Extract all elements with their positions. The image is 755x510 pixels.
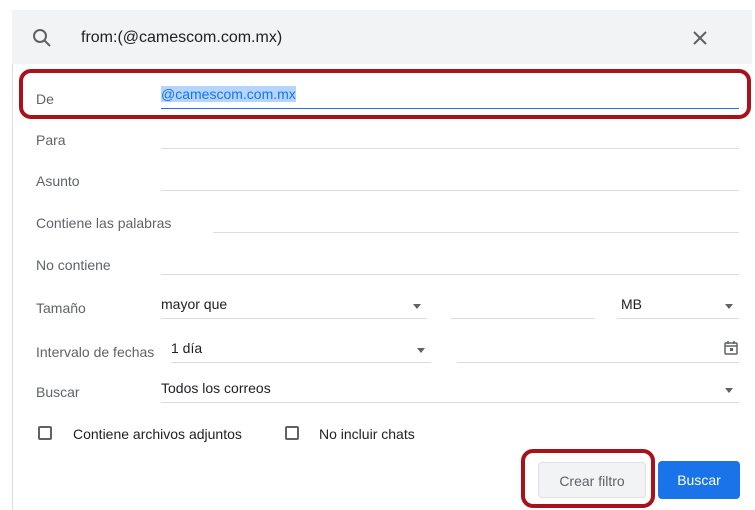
create-filter-highlight-box [521, 449, 655, 508]
caret-down-icon [725, 304, 733, 309]
caret-down-icon [413, 304, 421, 309]
to-label: Para [36, 132, 66, 148]
size-operator-value: mayor que [161, 296, 228, 312]
date-range-label: Intervalo de fechas [36, 344, 155, 360]
from-highlight-box [19, 69, 751, 119]
has-attachment-label[interactable]: Contiene archivos adjuntos [73, 426, 242, 442]
search-query-text[interactable]: from:(@camescom.com.mx) [81, 29, 282, 47]
search-in-dropdown[interactable]: Todos los correos [161, 380, 739, 403]
search-in-value: Todos los correos [161, 380, 271, 396]
has-attachment-checkbox[interactable] [38, 426, 52, 440]
subject-field[interactable] [161, 168, 739, 191]
not-contains-label: No contiene [36, 257, 111, 273]
search-bar[interactable]: from:(@camescom.com.mx) [12, 10, 752, 64]
advanced-search-panel: De @camescom.com.mx Para Asunto Contiene… [12, 64, 753, 510]
has-words-label: Contiene las palabras [36, 215, 172, 231]
exclude-chats-label[interactable]: No incluir chats [319, 426, 415, 442]
close-icon[interactable] [690, 28, 710, 48]
size-operator-dropdown[interactable]: mayor que [161, 296, 427, 319]
size-unit-dropdown[interactable]: MB [617, 296, 739, 319]
not-contains-field[interactable] [161, 252, 739, 275]
date-range-value: 1 día [171, 340, 203, 356]
date-field[interactable] [457, 340, 739, 363]
search-in-label: Buscar [36, 384, 80, 400]
caret-down-icon [725, 388, 733, 393]
exclude-chats-checkbox[interactable] [285, 426, 299, 440]
caret-down-icon [417, 348, 425, 353]
size-value-field[interactable] [451, 296, 595, 319]
to-field[interactable] [161, 126, 739, 149]
subject-label: Asunto [36, 173, 80, 189]
has-words-field[interactable] [213, 210, 739, 233]
search-icon[interactable] [32, 28, 52, 48]
calendar-icon[interactable] [723, 340, 739, 359]
search-button[interactable]: Buscar [658, 461, 740, 499]
date-range-dropdown[interactable]: 1 día [171, 340, 431, 363]
size-unit-value: MB [621, 296, 642, 312]
size-label: Tamaño [36, 300, 86, 316]
